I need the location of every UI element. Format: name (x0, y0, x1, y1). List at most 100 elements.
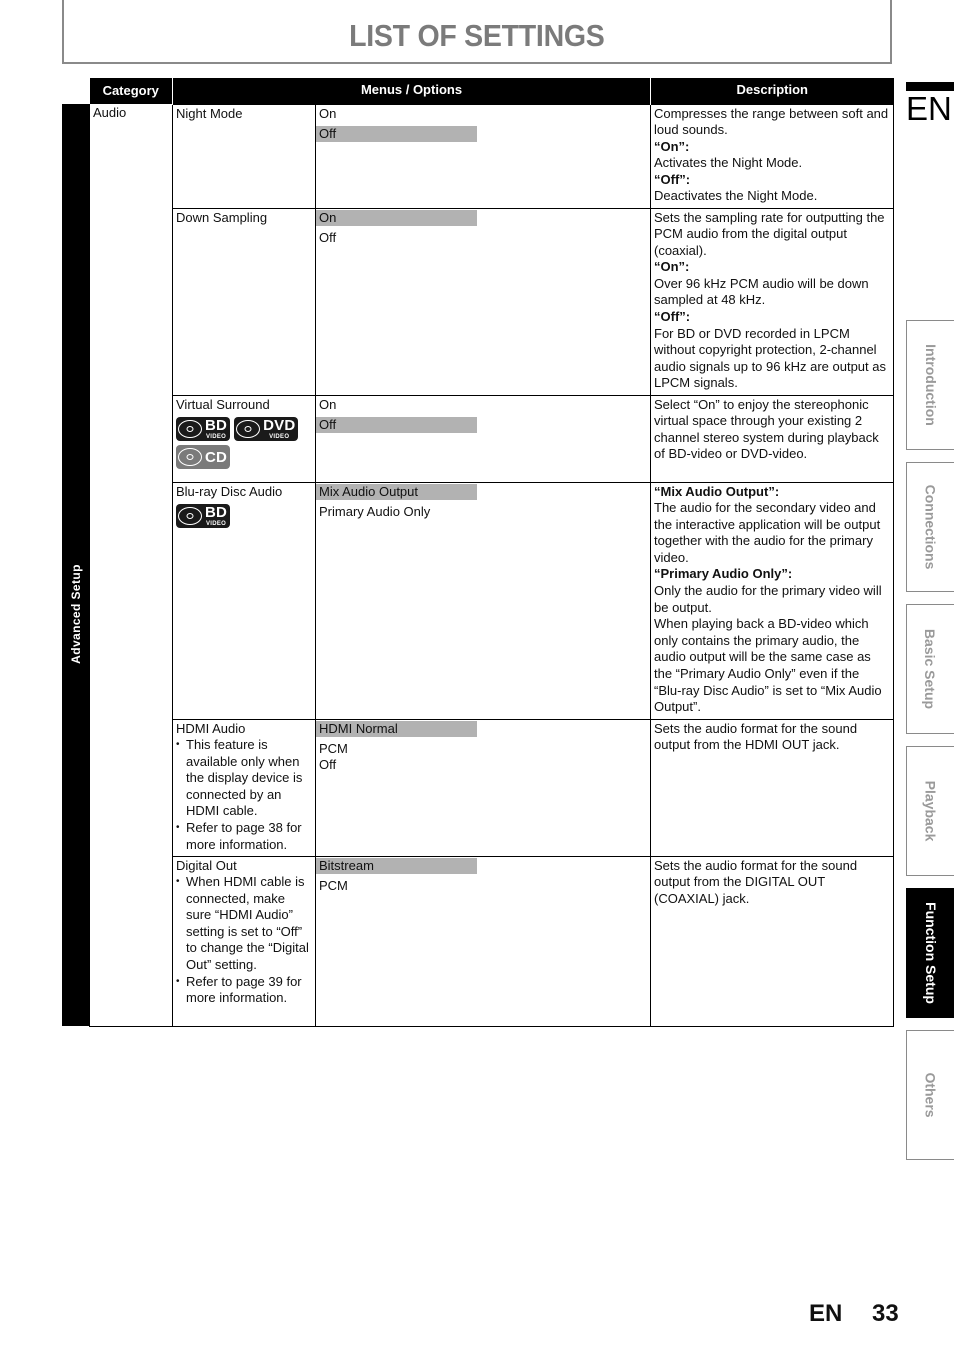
description-text: Sets the sampling rate for outputting th… (654, 209, 885, 258)
chapter-tab-label: Others (922, 1072, 939, 1118)
disc-icon-row: BD VIDEO DVD VIDEO (176, 417, 312, 442)
description-text: Sets the audio format for the sound outp… (654, 857, 858, 906)
header-category: Category (89, 78, 173, 104)
disc-subformat: VIDEO (269, 434, 290, 441)
option: Off (319, 229, 337, 245)
chapter-tab-others[interactable]: Others (906, 1030, 954, 1160)
language-marker: EN (906, 82, 954, 127)
menu-notes: When HDMI cable is connected, make sure … (176, 874, 312, 1007)
table-row: HDMI AudioThis feature is available only… (90, 718, 894, 857)
description-term: “Mix Audio Output”: (654, 483, 780, 499)
option: On (319, 105, 337, 121)
description-term: “Off”: (654, 171, 691, 187)
option-default: Mix Audio Output (316, 483, 477, 501)
menu-note: This feature is available only when the … (176, 737, 312, 820)
menu-name: Blu-ray Disc Audio (176, 483, 283, 499)
bd-video-icon: BD VIDEO (176, 417, 231, 442)
description-cell: “Mix Audio Output”: The audio for the sec… (650, 481, 894, 720)
options-cell: On Off (315, 394, 651, 483)
option-default: Bitstream (316, 857, 477, 875)
disc-format: DVD (263, 417, 296, 435)
option-default: On (316, 209, 477, 227)
language-code: EN (906, 90, 952, 127)
menu-cell: Blu-ray Disc Audio BD VIDEO (172, 481, 316, 720)
table-row: Down Sampling On Off Sets the sampling rate… (90, 207, 894, 396)
menu-cell: Night Mode (172, 103, 316, 209)
chapter-tab-playback[interactable]: Playback (906, 746, 954, 876)
description-text: Only the audio for the primary video wil… (654, 583, 882, 615)
disc-label: BD VIDEO (205, 505, 227, 527)
disc-glyph-icon (178, 507, 202, 526)
menu-note: Refer to page 38 for more information. (176, 820, 312, 853)
disc-glyph-icon (178, 420, 202, 439)
table-row: Digital OutWhen HDMI cable is connected,… (90, 855, 894, 1027)
disc-format: CD (205, 448, 228, 466)
section-side-bar: Advanced Setup (62, 104, 89, 1026)
description-text: Over 96 kHz PCM audio will be down sampl… (654, 275, 869, 308)
options-cell: Mix Audio Output Primary Audio Only (315, 481, 651, 720)
description-term: “Primary Audio Only”: (654, 566, 793, 582)
page-title: LIST OF SETTINGS (349, 18, 605, 53)
section-label: Advanced Setup (68, 564, 83, 664)
disc-label: BD VIDEO (205, 418, 227, 440)
disc-format: BD (205, 417, 228, 435)
menu-notes: This feature is available only when the … (176, 737, 312, 853)
description-text: Deactivates the Night Mode. (654, 188, 818, 204)
chapter-tab-label: Playback (922, 780, 939, 842)
description-term: “Off”: (654, 309, 691, 325)
description-text: When playing back a BD-video which only … (654, 616, 882, 715)
description-term: “On”: (654, 259, 690, 275)
page-title-box: LIST OF SETTINGS (62, 0, 892, 64)
menu-name: Night Mode (176, 105, 243, 121)
menu-cell: Virtual Surround BD VIDEO DVD VIDEO CD (172, 394, 316, 483)
option: Off (319, 757, 337, 773)
chapter-tab-introduction[interactable]: Introduction (906, 320, 954, 450)
menu-note: Refer to page 39 for more information. (176, 974, 312, 1007)
header-description: Description (650, 78, 894, 104)
chapter-tab-label: Connections (922, 484, 939, 570)
menu-cell: Down Sampling (172, 207, 316, 396)
option-default: Off (316, 416, 477, 434)
chapter-tab-function-setup[interactable]: Function Setup (906, 888, 954, 1018)
options-cell: HDMI Normal PCM Off (315, 718, 651, 857)
description-cell: Select “On” to enjoy the stereophonic vi… (650, 394, 894, 483)
category-label: Audio (93, 105, 127, 120)
description-cell: Sets the audio format for the sound outp… (650, 855, 894, 1027)
option: Primary Audio Only (319, 503, 431, 519)
options-cell: On Off (315, 207, 651, 396)
menu-name: Virtual Surround (176, 396, 270, 412)
description-cell: Sets the audio format for the sound outp… (650, 718, 894, 857)
chapter-tab-basic-setup[interactable]: Basic Setup (906, 604, 954, 734)
table-row: Virtual Surround BD VIDEO DVD VIDEO CD On Off Se… (90, 394, 894, 483)
description-cell: Sets the sampling rate for outputting th… (650, 207, 894, 396)
disc-format: BD (205, 504, 228, 522)
chapter-tab-label: Basic Setup (922, 628, 939, 710)
menu-cell: Digital OutWhen HDMI cable is connected,… (172, 855, 316, 1027)
bd-video-icon: BD VIDEO (176, 504, 231, 529)
disc-icon-row: CD (176, 445, 312, 470)
chapter-tab-connections[interactable]: Connections (906, 462, 954, 592)
description-text: Activates the Night Mode. (654, 155, 803, 171)
category-cell: Audio (89, 104, 173, 1027)
disc-label: DVD VIDEO (263, 418, 295, 440)
table-row: Audio Night Mode On Off Compresses the range… (89, 103, 894, 1027)
table-header-row: Category Menus / Options Description (89, 78, 894, 104)
options-cell: Bitstream PCM (315, 855, 651, 1027)
dvd-video-icon: DVD VIDEO (234, 417, 299, 442)
disc-glyph-icon (178, 448, 202, 467)
description-text: Sets the audio format for the sound outp… (654, 720, 858, 753)
description-cell: Compresses the range between soft and lo… (650, 103, 894, 209)
option-default: Off (316, 125, 477, 143)
chapter-tab-label: Introduction (922, 344, 939, 426)
option: PCM (319, 877, 348, 893)
option: PCM (319, 740, 348, 756)
description-text: Select “On” to enjoy the stereophonic vi… (654, 396, 879, 462)
disc-glyph-icon (236, 420, 261, 439)
disc-label: CD (205, 450, 227, 465)
menu-cell: HDMI AudioThis feature is available only… (172, 718, 316, 857)
menu-name: Digital Out (176, 857, 237, 873)
settings-table: Category Menus / Options Description Aud… (89, 78, 894, 1027)
disc-subformat: VIDEO (205, 521, 227, 528)
description-text: For BD or DVD recorded in LPCM without c… (654, 325, 886, 391)
cd-icon: CD (176, 445, 231, 470)
